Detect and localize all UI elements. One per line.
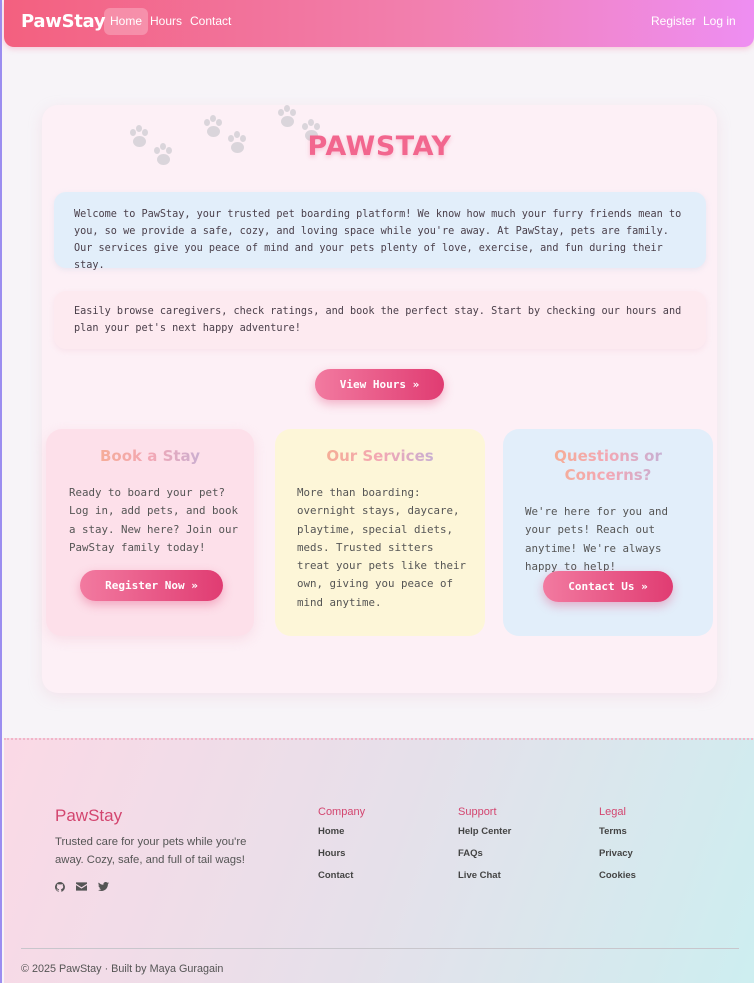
feature-title-questions: Questions or Concerns? [503, 447, 713, 485]
view-hours-button[interactable]: View Hours » [315, 369, 444, 400]
envelope-icon[interactable] [76, 882, 87, 895]
footer: PawStay Trusted care for your pets while… [4, 738, 754, 983]
nav-link-register[interactable]: Register [645, 8, 702, 35]
footer-link-terms[interactable]: Terms [599, 826, 636, 848]
footer-divider [21, 948, 739, 949]
footer-heading-support: Support [458, 806, 497, 818]
browse-text: Easily browse caregivers, check ratings,… [54, 291, 706, 349]
register-now-button[interactable]: Register Now » [80, 570, 223, 601]
welcome-text: Welcome to PawStay, your trusted pet boa… [54, 192, 706, 271]
footer-brand: PawStay [55, 806, 123, 825]
twitter-icon[interactable] [98, 882, 109, 895]
footer-link-contact[interactable]: Contact [318, 870, 365, 892]
feature-card-book: Book a Stay Ready to board your pet? Log… [46, 429, 254, 636]
nav-link-contact[interactable]: Contact [184, 8, 237, 35]
footer-description: Trusted care for your pets while you're … [55, 836, 247, 866]
footer-col-legal: Legal Terms Privacy Cookies [599, 806, 636, 892]
feature-title-book: Book a Stay [46, 447, 254, 465]
footer-copyright: © 2025 PawStay · Built by Maya Guragain [21, 963, 224, 975]
footer-link-live-chat[interactable]: Live Chat [458, 870, 511, 892]
brand-logo[interactable]: PawStay [21, 11, 106, 32]
feature-card-questions: Questions or Concerns? We're here for yo… [503, 429, 713, 636]
github-icon[interactable] [54, 882, 65, 895]
footer-heading-company: Company [318, 806, 366, 818]
nav-link-hours[interactable]: Hours [144, 8, 188, 35]
contact-us-button[interactable]: Contact Us » [543, 571, 673, 602]
feature-text-questions: We're here for you and your pets! Reach … [525, 505, 669, 573]
hero-card: PAWSTAY Welcome to PawStay, your trusted… [42, 105, 717, 693]
feature-text-book: Ready to board your pet? Log in, add pet… [69, 486, 239, 554]
footer-link-faqs[interactable]: FAQs [458, 848, 511, 870]
footer-link-hours[interactable]: Hours [318, 848, 365, 870]
page-title: PAWSTAY [307, 131, 452, 162]
feature-card-services: Our Services More than boarding: overnig… [275, 429, 485, 636]
footer-link-privacy[interactable]: Privacy [599, 848, 636, 870]
social-icons [54, 882, 109, 895]
feature-title-services: Our Services [275, 447, 485, 465]
footer-col-support: Support Help Center FAQs Live Chat [458, 806, 511, 892]
nav-link-login[interactable]: Log in [697, 8, 742, 35]
footer-col-company: Company Home Hours Contact [318, 806, 365, 892]
nav-link-home[interactable]: Home [104, 8, 149, 35]
footer-link-home[interactable]: Home [318, 826, 365, 848]
footer-heading-legal: Legal [599, 806, 626, 818]
footer-link-help-center[interactable]: Help Center [458, 826, 511, 848]
top-navbar: PawStay Home Hours Contact Register Log … [4, 0, 754, 47]
feature-text-services: More than boarding: overnight stays, day… [297, 486, 467, 609]
footer-link-cookies[interactable]: Cookies [599, 870, 636, 892]
